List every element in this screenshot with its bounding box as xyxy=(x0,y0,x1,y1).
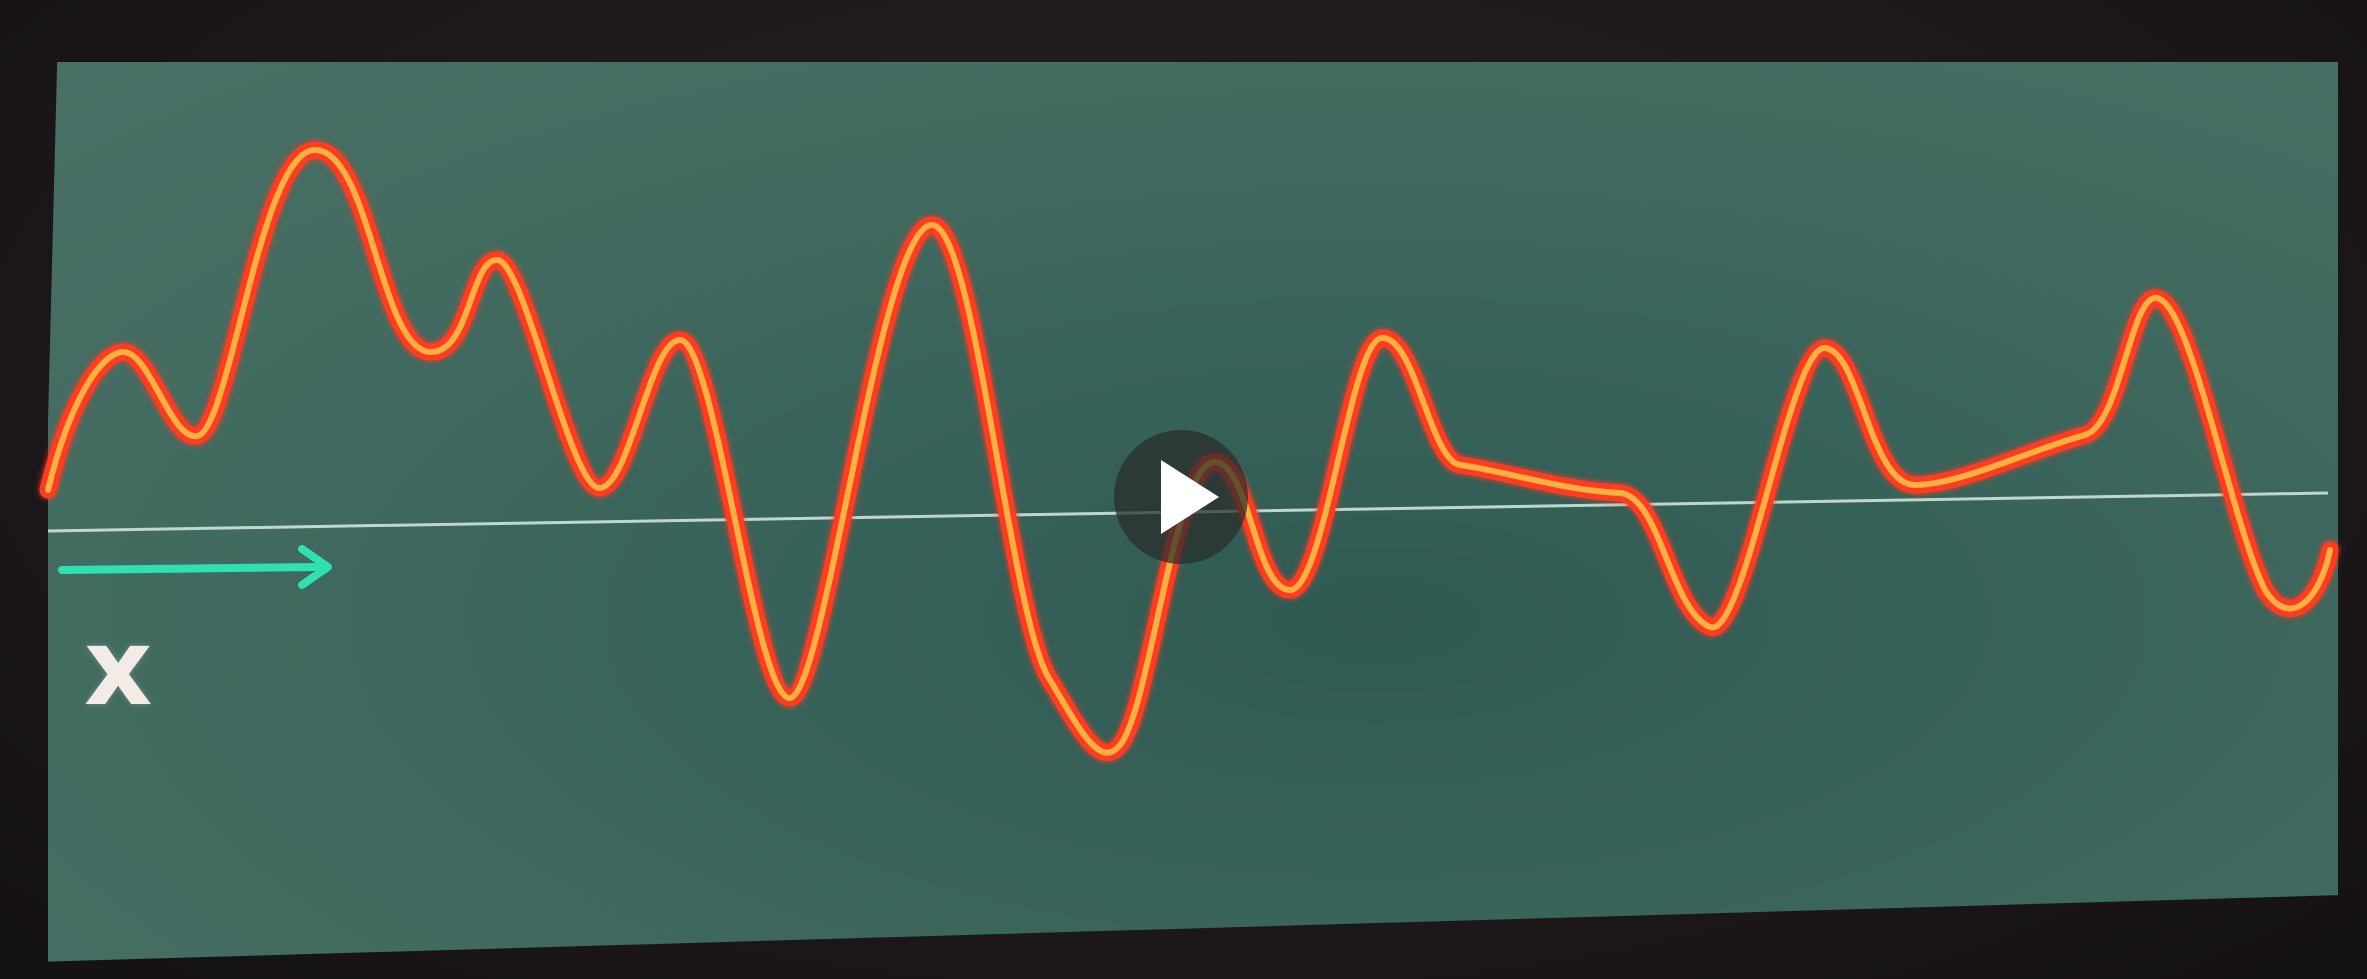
video-frame: x xyxy=(0,0,2367,979)
right-arrow-icon xyxy=(58,545,332,589)
play-button[interactable] xyxy=(1114,430,1248,564)
axis-label-x: x xyxy=(84,606,153,729)
play-icon xyxy=(1161,460,1219,534)
